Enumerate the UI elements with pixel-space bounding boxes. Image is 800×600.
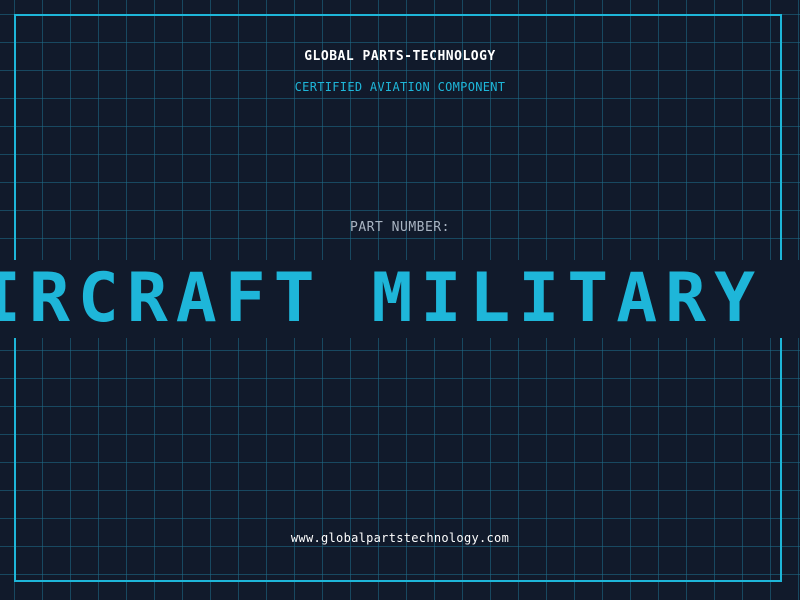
- certificate-card: GLOBAL PARTS-TECHNOLOGY CERTIFIED AVIATI…: [0, 0, 800, 600]
- part-number-label: PART NUMBER:: [350, 220, 450, 235]
- website-url: www.globalpartstechnology.com: [290, 531, 510, 545]
- certification-subtitle: CERTIFIED AVIATION COMPONENT: [294, 80, 506, 94]
- part-number-value: IRCRAFT MILITARY H: [0, 260, 800, 338]
- brand-title: GLOBAL PARTS-TECHNOLOGY: [304, 49, 496, 64]
- part-number-band: IRCRAFT MILITARY H: [0, 260, 800, 338]
